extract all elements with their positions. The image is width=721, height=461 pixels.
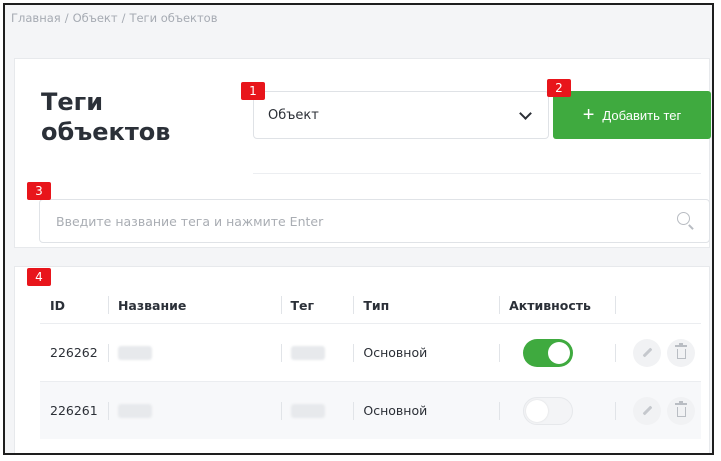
search-icon[interactable] [677, 212, 695, 230]
column-header-type[interactable]: Тип [353, 287, 499, 324]
tags-table-card: ID Название Тег Тип Активность 226262 Ос… [14, 266, 710, 453]
app-frame: Главная / Объект / Теги объектов Теги об… [3, 3, 714, 455]
pencil-icon [642, 405, 652, 416]
breadcrumb: Главная / Объект / Теги объектов [11, 11, 218, 25]
breadcrumb-separator: / [121, 11, 126, 25]
delete-button[interactable] [667, 396, 695, 425]
redacted-text [290, 346, 325, 361]
pencil-icon [642, 347, 652, 358]
redacted-text [117, 346, 152, 361]
row-type: Основной [353, 323, 500, 382]
breadcrumb-object[interactable]: Объект [73, 11, 118, 25]
page-title: Теги объектов [41, 88, 171, 146]
chevron-down-icon [519, 106, 532, 120]
select-value: Объект [268, 107, 319, 123]
row-tag [280, 381, 354, 439]
row-id: 226262 [40, 323, 108, 382]
add-tag-button[interactable]: + Добавить тег [553, 91, 711, 139]
redacted-text [117, 404, 152, 419]
column-header-active[interactable]: Активность [499, 287, 615, 324]
column-header-name[interactable]: Название [107, 287, 281, 324]
trash-icon [674, 343, 687, 359]
column-header-tag[interactable]: Тег [280, 287, 354, 324]
divider [253, 173, 701, 174]
table-row: 226261 Основной [40, 381, 701, 439]
tags-table: ID Название Тег Тип Активность 226262 Ос… [40, 287, 701, 439]
search-input[interactable] [54, 212, 677, 230]
annotation-badge-3: 3 [27, 182, 51, 200]
row-active [499, 381, 615, 439]
filter-card: Теги объектов Объект + Добавить тег [14, 58, 711, 248]
row-name [107, 381, 281, 439]
edit-button[interactable] [633, 396, 661, 425]
redacted-text [290, 404, 325, 419]
column-header-id[interactable]: ID [40, 287, 108, 324]
annotation-badge-2: 2 [547, 79, 571, 97]
trash-icon [674, 401, 687, 417]
row-name [107, 323, 281, 382]
add-tag-label: Добавить тег [602, 107, 682, 123]
toggle-knob [548, 341, 571, 364]
edit-button[interactable] [633, 338, 661, 367]
row-actions [615, 381, 701, 439]
row-id: 226261 [40, 381, 108, 439]
active-toggle[interactable] [523, 396, 574, 425]
plus-icon: + [582, 104, 595, 126]
row-type: Основной [353, 381, 500, 439]
table-row: 226262 Основной [40, 323, 701, 382]
row-actions [615, 323, 701, 382]
search-field[interactable] [39, 199, 710, 243]
breadcrumb-separator: / [64, 11, 69, 25]
breadcrumb-current: Теги объектов [129, 11, 218, 25]
row-active [499, 323, 615, 382]
breadcrumb-home[interactable]: Главная [11, 11, 61, 25]
active-toggle[interactable] [523, 338, 574, 367]
row-tag [280, 323, 354, 382]
toggle-knob [526, 399, 549, 422]
annotation-badge-4: 4 [27, 268, 51, 286]
column-header-actions [615, 287, 701, 324]
annotation-badge-1: 1 [241, 82, 265, 100]
delete-button[interactable] [667, 338, 695, 367]
table-header-row: ID Название Тег Тип Активность [40, 287, 701, 324]
object-type-select[interactable]: Объект [253, 91, 549, 139]
